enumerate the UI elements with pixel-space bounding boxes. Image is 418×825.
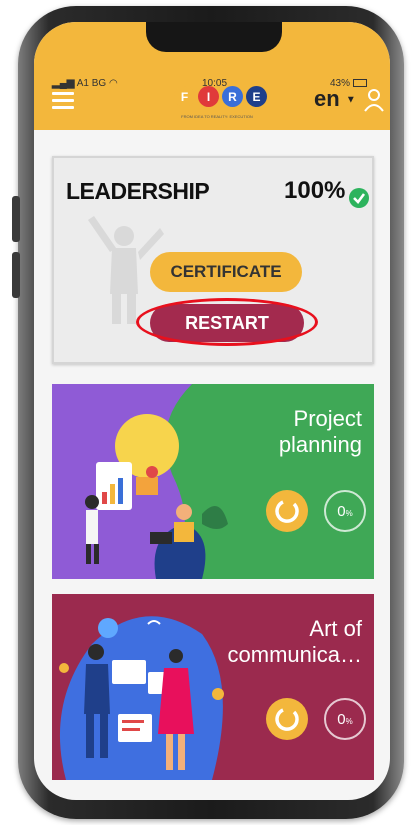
course-title-line: Art of [309,616,362,641]
course-progress: 100% [284,177,346,204]
user-icon[interactable] [364,88,384,112]
certificate-button[interactable]: CERTIFICATE [150,252,302,292]
course-card-art-of-communication[interactable]: Art of communica… 0% [52,594,374,780]
course-title: Art of communica… [228,616,362,668]
language-label: en [314,86,340,111]
carrier-label: A1 BG [76,78,107,89]
course-title: LEADERSHIP [66,178,210,204]
course-card-project-planning[interactable]: Project planning 0% [52,384,374,579]
progress-circle: 0% [324,490,366,532]
progress-value: 0 [337,502,346,520]
hamburger-icon[interactable] [52,92,74,110]
start-course-button[interactable] [266,490,308,532]
logo-letter: E [246,86,267,107]
progress-unit: % [345,717,353,726]
course-title-line: planning [278,432,362,457]
screen: ▂▄▆ A1 BG ◠ 10:05 43% F I R E FROM IDEA … [34,22,390,800]
language-selector[interactable]: en ▼ [314,86,356,112]
fire-logo: F I R E [174,86,267,107]
notch [146,22,282,52]
progress-value: 0 [337,710,346,728]
project-illustration [52,384,228,579]
course-title-line: Project [293,406,362,431]
side-button [12,196,20,242]
side-button [12,252,20,298]
logo-letter: R [222,86,243,107]
caret-down-icon: ▼ [345,94,356,106]
signal-icon: ▂▄▆ A1 BG ◠ [52,78,118,89]
start-course-button[interactable] [266,698,308,740]
course-card-leadership[interactable]: LEADERSHIP 100% CERTIFICATE RESTART [52,156,374,364]
highlight-ring [136,298,318,346]
logo-tagline: FROM IDEA TO REALITY: EXECUTION [181,114,253,119]
logo-letter: F [174,86,195,107]
check-icon [349,188,369,208]
progress-unit: % [345,509,353,518]
course-title-line: communica… [227,642,362,667]
course-title: Project planning [279,406,362,458]
progress-circle: 0% [324,698,366,740]
logo-letter: I [198,86,219,107]
communication-illustration [59,616,224,780]
